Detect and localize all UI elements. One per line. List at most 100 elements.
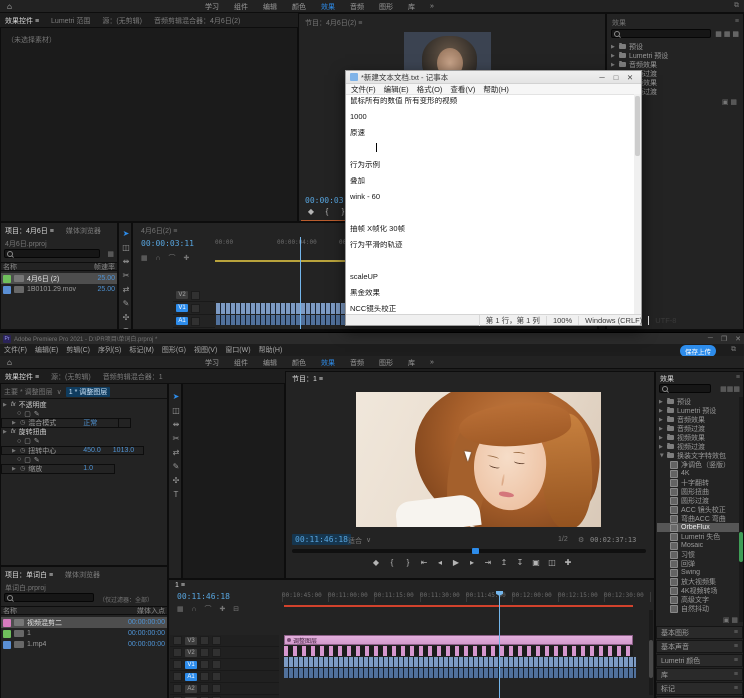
param-value[interactable]: 正常 (83, 418, 97, 427)
track-header[interactable]: A2 (170, 683, 279, 695)
stacked-panel-tab[interactable]: 基本声音 ≡ (656, 640, 743, 653)
menu-item[interactable]: 标记(M) (129, 345, 154, 355)
column-media-in[interactable]: 媒体入点 (137, 606, 165, 616)
fx-badge-icon[interactable]: fx (11, 402, 16, 408)
param-value[interactable]: 1.0 (83, 465, 93, 472)
track-sync-toggle[interactable] (212, 648, 221, 657)
track-visibility-toggle[interactable] (200, 636, 209, 645)
tool-button[interactable]: ⇄ (123, 285, 130, 294)
playhead[interactable] (499, 592, 500, 698)
timeline-scrollbar[interactable] (649, 610, 653, 695)
mask-ellipse-icon[interactable]: ○ (17, 456, 21, 463)
twirl-icon[interactable]: ▶ (3, 429, 8, 435)
effect-row[interactable]: ▶ fx ○ ▢ ✎ ◷ 扭转中心 450.0 1013.0 (1, 446, 144, 455)
project-tab[interactable]: 项目：4月6日 ≡ (5, 226, 54, 236)
clip-fragments-v1[interactable] (284, 657, 636, 667)
stopwatch-icon[interactable]: ◷ (20, 465, 25, 472)
track-header[interactable]: V1 (170, 659, 279, 671)
workspace-tab[interactable]: » (430, 3, 434, 10)
maximize-button[interactable]: ❐ (721, 335, 727, 343)
notepad-scrollbar[interactable] (634, 94, 641, 314)
sequence-clip-chip[interactable]: 1 * 调整图层 (66, 387, 111, 397)
workspace-tab[interactable]: 音频 (350, 358, 364, 368)
close-button[interactable]: ✕ (623, 73, 637, 82)
stopwatch-icon[interactable]: ◷ (20, 419, 25, 426)
panel-options-icon[interactable]: ⧉ (731, 346, 736, 354)
project-item-row[interactable]: 1.mp4 00:00:00:00 (1, 639, 167, 650)
titlebar[interactable]: Pr Adobe Premiere Pro 2021 - D:\PR项目\单词白… (0, 333, 744, 344)
menu-item[interactable]: 图形(G) (162, 345, 186, 355)
track-header[interactable]: V2 (173, 289, 215, 302)
mask-pen-icon[interactable]: ✎ (34, 410, 40, 418)
track-header[interactable]: V1 (173, 302, 215, 315)
label-color-swatch[interactable] (3, 275, 11, 283)
sequence-tab[interactable]: 1 ≡ (175, 582, 185, 589)
menu-item[interactable]: 文件(F) (4, 345, 27, 355)
column-fps[interactable]: 帧速率 (94, 262, 115, 272)
workspace-tab[interactable]: 学习 (205, 358, 219, 368)
tool-button[interactable]: ✂ (123, 271, 130, 280)
workspace-tab[interactable]: 颜色 (292, 2, 306, 12)
effects-filter-buttons[interactable]: ▦▦▦ (720, 385, 740, 393)
adjustment-layer-clip[interactable]: 调整图层 (284, 635, 633, 645)
twirl-icon[interactable]: ▶ (659, 417, 664, 423)
timeline-timecode[interactable]: 00:11:46:18 (177, 592, 230, 601)
notepad-text-area[interactable]: 鼠标所有的数值 所有变形的视频1000原速行为示例叠加wink - 60抽帧 X… (350, 97, 630, 313)
effects-search-input[interactable] (659, 384, 711, 393)
panel-tab[interactable]: 效果控件 ≡ (5, 16, 39, 26)
tool-button[interactable]: ➤ (123, 229, 130, 238)
workspace-tab[interactable]: 库 (408, 2, 415, 12)
menu-item[interactable]: 帮助(H) (259, 345, 283, 355)
twirl-icon[interactable]: ▶ (611, 44, 616, 50)
transport-button[interactable]: ↧ (512, 558, 528, 567)
close-button[interactable]: ✕ (735, 335, 741, 343)
mask-pen-icon[interactable]: ✎ (34, 437, 40, 445)
timeline-toggles[interactable]: ▦ ∩ ⌒ ✚ (141, 253, 192, 263)
tool-button[interactable]: ✎ (123, 299, 130, 308)
track-lock-toggle[interactable] (173, 672, 182, 681)
track-header[interactable]: A1 (173, 315, 215, 328)
track-sync-toggle[interactable] (212, 636, 221, 645)
transport-button[interactable]: ◫ (544, 558, 560, 567)
workspace-tab[interactable]: 编辑 (263, 358, 277, 368)
track-header[interactable]: A1 (170, 671, 279, 683)
track-visibility-toggle[interactable] (200, 648, 209, 657)
mask-pen-icon[interactable]: ✎ (34, 456, 40, 464)
project-search-input[interactable] (4, 249, 100, 258)
label-color-swatch[interactable] (3, 619, 11, 627)
notepad-titlebar[interactable]: *新建文本文档.txt - 记事本 ─ □ ✕ (346, 71, 641, 84)
workspace-tab[interactable]: 图形 (379, 2, 393, 12)
project-item-row[interactable]: 4月6日 (2) 25.00 (1, 273, 117, 284)
home-icon[interactable]: ⌂ (7, 2, 12, 11)
effects-tree-item[interactable]: ▶ Lumetri 失色 (657, 532, 739, 541)
twirl-icon[interactable]: ▶ (3, 402, 8, 408)
track-visibility-toggle[interactable] (200, 672, 209, 681)
stopwatch-icon[interactable]: ◷ (20, 447, 25, 454)
maximize-button[interactable]: □ (609, 73, 623, 82)
workspace-tab[interactable]: 编辑 (263, 2, 277, 12)
program-monitor-title[interactable]: 节目：1 ≡ (292, 374, 323, 384)
tool-button[interactable]: T (124, 327, 129, 330)
workspace-tab[interactable]: 效果 (321, 358, 335, 368)
menu-item[interactable]: 查看(V) (450, 84, 475, 95)
timeline-toggles[interactable]: ▦ ∩ ⌒ ✚ ⊟ (177, 604, 242, 614)
mask-ellipse-icon[interactable]: ○ (17, 410, 21, 417)
master-clip-label[interactable]: 主要 * 调整图层 (4, 387, 53, 397)
project-breadcrumb[interactable]: 单词白.prproj (5, 583, 46, 593)
workspace-tab[interactable]: 库 (408, 358, 415, 368)
track-sync-toggle[interactable] (212, 684, 221, 693)
transport-button[interactable]: ⇤ (416, 558, 432, 567)
tool-button[interactable]: ✣ (173, 476, 180, 485)
project-tab[interactable]: 项目：单词白 ≡ (5, 570, 53, 580)
effects-search-input[interactable] (611, 29, 711, 38)
track-visibility-toggle[interactable] (200, 660, 209, 669)
effects-tree-item[interactable]: ▶ 习惯 (657, 550, 739, 559)
track-lock-toggle[interactable] (173, 648, 182, 657)
sequence-tab[interactable]: 4月6日(2) ≡ (141, 226, 177, 236)
media-browser-tab[interactable]: 媒体浏览器 (65, 570, 100, 580)
track-lock-toggle[interactable] (173, 660, 182, 669)
transport-button[interactable]: ✚ (560, 558, 576, 567)
workspace-tab[interactable]: 效果 (321, 2, 335, 12)
effect-row[interactable]: ▶ fx ○ ▢ ✎ ◷ 旋转扭曲 (1, 428, 167, 437)
scrub-playhead[interactable] (472, 548, 479, 554)
